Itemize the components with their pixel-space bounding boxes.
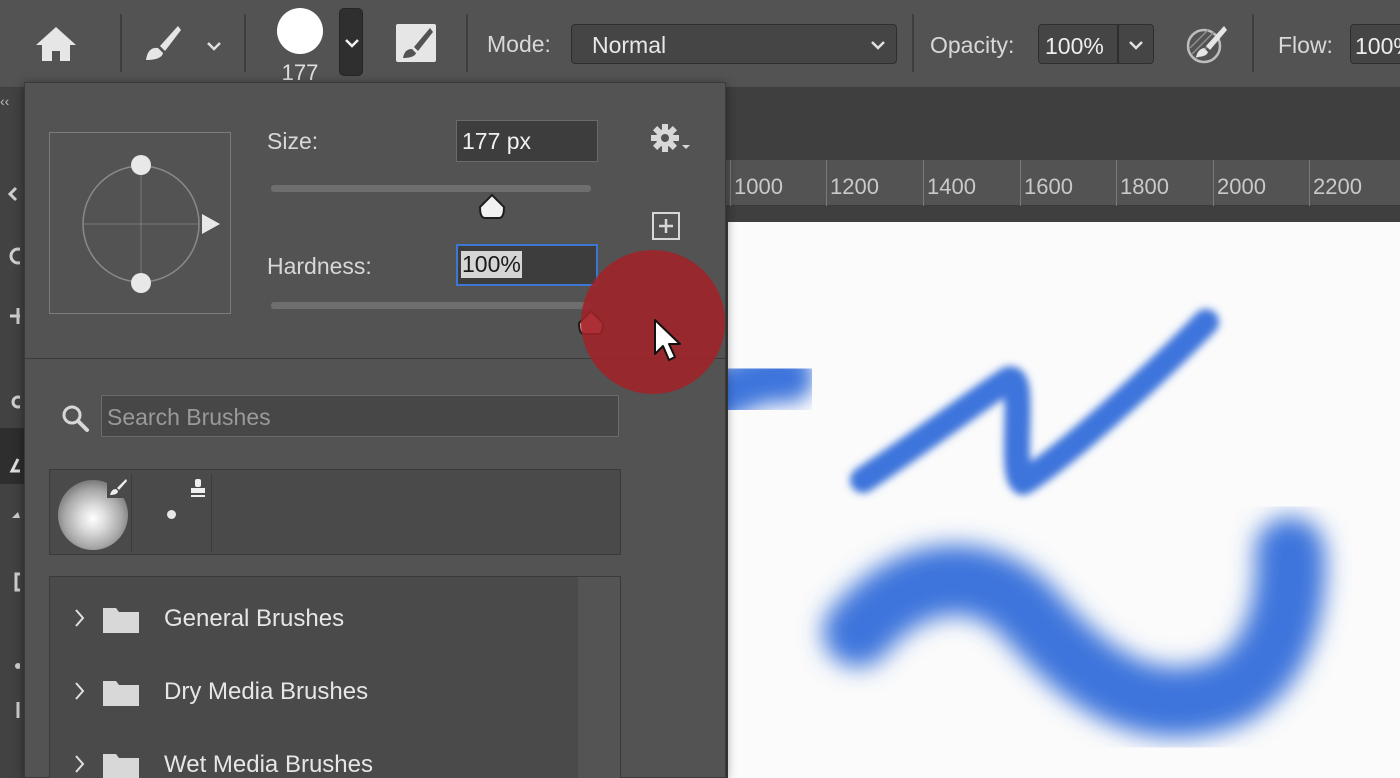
brush-tip-shape-diagram <box>82 155 220 293</box>
folder-name: Wet Media Brushes <box>164 751 373 778</box>
folder-name: Dry Media Brushes <box>164 678 369 705</box>
brush-preset-picker[interactable]: 177 <box>270 4 330 85</box>
brush-tool-preset-chevron-icon[interactable] <box>204 36 224 56</box>
chevron-down-icon <box>871 41 885 50</box>
brush-folders-list: General Brushes Dry Media Brushes Wet Me… <box>49 576 621 778</box>
search-brushes-input[interactable]: Search Brushes <box>101 395 619 437</box>
folder-general-brushes[interactable]: General Brushes <box>50 582 578 652</box>
ruler-label: 1600 <box>1024 174 1073 199</box>
hardness-label: Hardness: <box>267 253 372 279</box>
chevron-right-icon[interactable] <box>72 607 86 629</box>
tool-icon[interactable] <box>6 246 20 266</box>
size-label: Size: <box>267 128 319 154</box>
opacity-label: Opacity: <box>930 32 1015 58</box>
horizontal-ruler: 1000 1200 1400 1600 1800 2000 2200 <box>726 160 1400 206</box>
ruler-label: 1000 <box>734 174 783 199</box>
tool-icon[interactable] <box>6 656 20 676</box>
mode-value: Normal <box>592 32 667 58</box>
hardness-value: 100% <box>461 251 522 278</box>
ruler-tick <box>923 160 924 206</box>
tool-icon[interactable] <box>6 700 20 720</box>
hard-brush-thumbnail <box>167 510 176 519</box>
brush-stroke <box>850 309 1219 495</box>
pressure-opacity-icon[interactable] <box>1184 24 1228 66</box>
tool-icon[interactable] <box>6 306 20 326</box>
ruler-tick <box>1309 160 1310 206</box>
ruler-label: 1800 <box>1120 174 1169 199</box>
size-slider-thumb[interactable] <box>477 193 507 221</box>
folder-icon <box>103 608 139 633</box>
size-slider[interactable] <box>271 185 591 192</box>
chevron-right-icon[interactable] <box>72 680 86 702</box>
ruler-label: 1200 <box>830 174 879 199</box>
tool-icon[interactable] <box>6 572 20 592</box>
mode-label: Mode: <box>487 31 551 57</box>
mouse-pointer-icon <box>654 319 681 361</box>
tool-icon[interactable] <box>6 506 20 526</box>
folder-icon <box>103 681 139 706</box>
collapse-panel-icon[interactable]: ‹‹ <box>0 93 9 109</box>
ruler-tick <box>826 160 827 206</box>
hardness-input[interactable]: 100% <box>456 244 598 286</box>
tool-icon[interactable] <box>6 455 20 475</box>
brush-strokes <box>728 309 1326 737</box>
mode-select[interactable]: Normal <box>571 24 897 64</box>
chevron-down-icon <box>1129 41 1143 50</box>
tool-icon[interactable] <box>6 184 20 204</box>
toolbar-separator <box>1252 14 1254 72</box>
ruler-tick <box>1116 160 1117 206</box>
canvas[interactable] <box>728 222 1400 778</box>
brush-tool-icon[interactable] <box>140 22 184 66</box>
toolbar-separator <box>244 14 246 72</box>
opacity-value: 100% <box>1045 33 1104 59</box>
toolbar-separator <box>912 14 914 72</box>
toolbar-separator <box>466 14 468 72</box>
size-value: 177 px <box>462 128 532 154</box>
ruler-label: 1400 <box>927 174 976 199</box>
brush-stroke <box>823 517 1326 737</box>
stamp-badge-icon <box>191 479 205 497</box>
brush-preset-picker-panel: Size: 177 px Hardness: 100% Search Brush… <box>24 82 726 778</box>
gear-icon[interactable] <box>649 123 693 157</box>
new-preset-icon[interactable] <box>651 211 681 241</box>
search-icon <box>62 405 89 432</box>
brush-preset-dropdown[interactable] <box>339 8 363 76</box>
folder-icon <box>103 754 139 778</box>
ruler-tick <box>1213 160 1214 206</box>
recent-brushes <box>49 469 621 555</box>
toolbar-separator <box>120 14 122 72</box>
brush-angle-roundness-preview[interactable] <box>49 132 231 314</box>
ruler-label: 2200 <box>1313 174 1362 199</box>
folders-scrollbar[interactable] <box>578 577 620 778</box>
chevron-right-icon[interactable] <box>72 753 86 775</box>
folder-name: General Brushes <box>164 605 345 632</box>
brush-tip-preview <box>277 8 323 54</box>
flow-input[interactable]: 100% <box>1350 24 1400 64</box>
options-bar: 177 Mode: Normal Opacity: 100% Flow: 100… <box>0 0 1400 88</box>
tool-icon[interactable] <box>6 390 20 410</box>
ruler-tick <box>730 160 731 206</box>
chevron-down-icon <box>345 39 359 48</box>
size-input[interactable]: 177 px <box>456 120 598 162</box>
flow-value: 100% <box>1355 33 1400 59</box>
hardness-slider[interactable] <box>271 302 591 309</box>
opacity-input[interactable]: 100% <box>1038 24 1118 64</box>
home-icon[interactable] <box>33 24 79 64</box>
ruler-tick <box>1020 160 1021 206</box>
search-placeholder: Search Brushes <box>107 404 271 430</box>
folder-wet-media-brushes[interactable]: Wet Media Brushes <box>50 728 578 778</box>
recent-brush-hard-round[interactable] <box>134 474 212 552</box>
brush-stroke <box>728 350 814 421</box>
folder-dry-media-brushes[interactable]: Dry Media Brushes <box>50 655 578 725</box>
recent-brush-soft-round[interactable] <box>54 474 132 552</box>
flow-label: Flow: <box>1278 32 1333 58</box>
paintbrush-badge-icon <box>107 476 129 498</box>
opacity-dropdown[interactable] <box>1118 24 1154 64</box>
brush-settings-panel-icon[interactable] <box>394 20 440 66</box>
ruler-label: 2000 <box>1217 174 1266 199</box>
